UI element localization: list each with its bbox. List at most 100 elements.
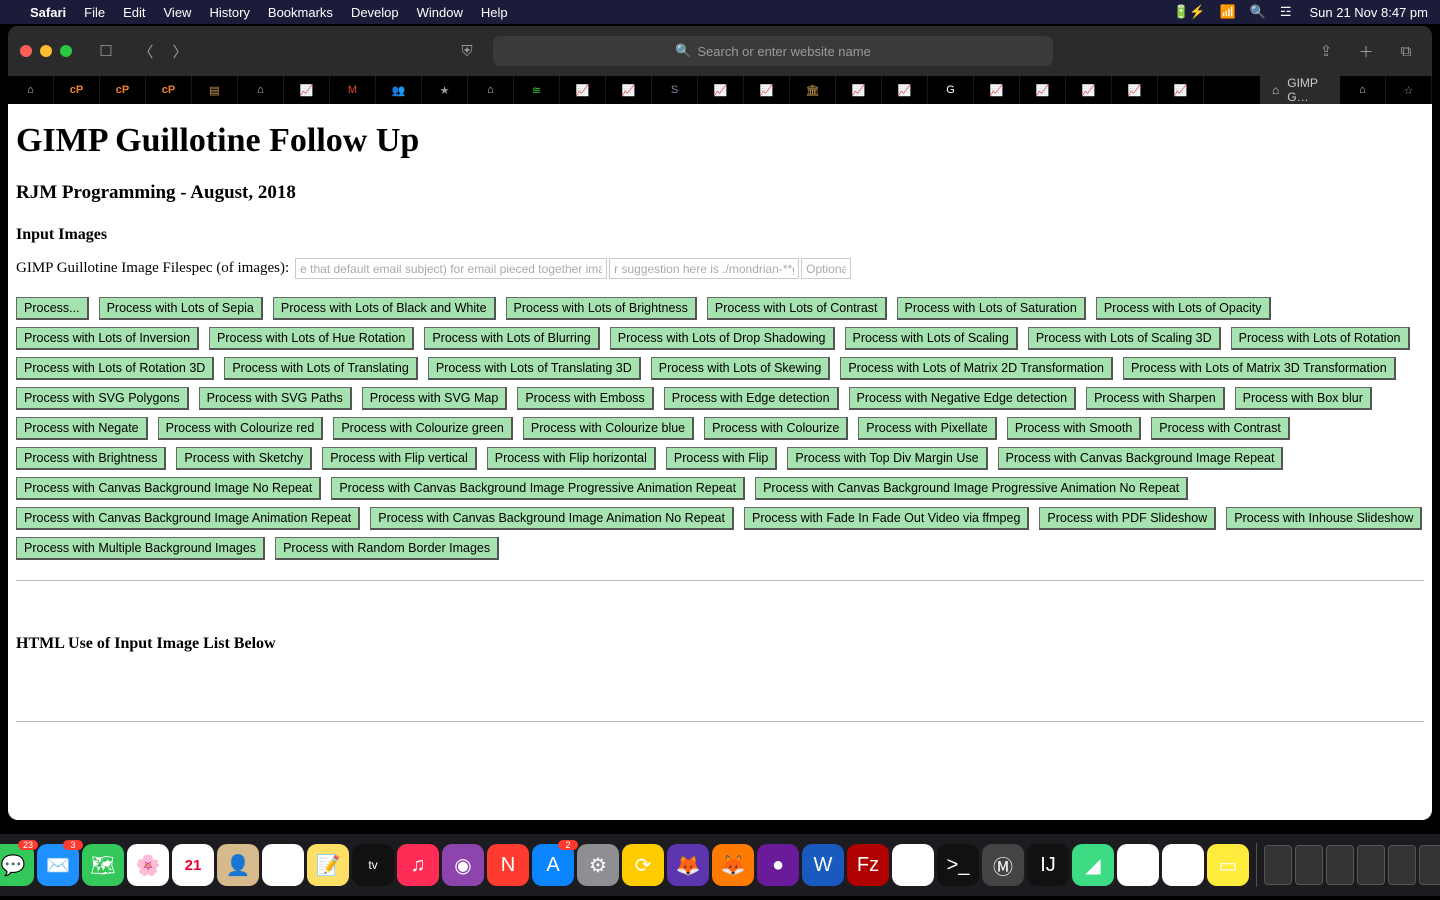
process-button-19[interactable]: Process with Lots of Matrix 3D Transform… — [1123, 357, 1396, 380]
dock-app-notes[interactable]: 📝 — [307, 844, 349, 886]
sidebar-toggle-icon[interactable]: ☐ — [92, 37, 120, 65]
fav-item-13[interactable]: 📈 — [606, 76, 652, 104]
process-button-6[interactable]: Process with Lots of Opacity — [1096, 297, 1271, 320]
menu-bookmarks[interactable]: Bookmarks — [268, 5, 333, 20]
fav-home-icon[interactable]: ⌂ — [8, 76, 54, 104]
process-button-32[interactable]: Process with Colourize — [704, 417, 848, 440]
process-button-24[interactable]: Process with Edge detection — [664, 387, 839, 410]
process-button-35[interactable]: Process with Contrast — [1151, 417, 1290, 440]
dock-minimized-window-1[interactable] — [1295, 845, 1323, 885]
process-button-4[interactable]: Process with Lots of Contrast — [707, 297, 887, 320]
fav-item-5[interactable]: ⌂ — [238, 76, 284, 104]
dock-app-tor[interactable]: ● — [757, 844, 799, 886]
process-button-37[interactable]: Process with Sketchy — [176, 447, 312, 470]
process-button-9[interactable]: Process with Lots of Blurring — [424, 327, 599, 350]
menu-view[interactable]: View — [164, 5, 192, 20]
fav-cpanel-3[interactable]: cP — [146, 76, 192, 104]
dock-app-b[interactable]: B — [892, 844, 934, 886]
fav-item-25[interactable]: 📈 — [1158, 76, 1204, 104]
dock-app-appstore[interactable]: A — [532, 844, 574, 886]
process-button-11[interactable]: Process with Lots of Scaling — [845, 327, 1018, 350]
dock-app-reminders[interactable]: ☑︎ — [262, 844, 304, 886]
process-button-0[interactable]: Process... — [16, 297, 89, 320]
forward-button[interactable]: 〉 — [166, 37, 194, 65]
process-button-45[interactable]: Process with Canvas Background Image Pro… — [755, 477, 1188, 500]
filespec-input-2[interactable] — [609, 258, 799, 279]
dock-app-terminal[interactable]: >_ — [937, 844, 979, 886]
process-button-49[interactable]: Process with PDF Slideshow — [1039, 507, 1216, 530]
fav-item-18[interactable]: 📈 — [836, 76, 882, 104]
process-button-41[interactable]: Process with Top Div Margin Use — [787, 447, 987, 470]
fav-gmail-icon[interactable]: M — [330, 76, 376, 104]
process-button-18[interactable]: Process with Lots of Matrix 2D Transform… — [840, 357, 1113, 380]
process-button-43[interactable]: Process with Canvas Background Image No … — [16, 477, 321, 500]
menu-history[interactable]: History — [209, 5, 249, 20]
fav-cpanel-1[interactable]: cP — [54, 76, 100, 104]
process-button-50[interactable]: Process with Inhouse Slideshow — [1226, 507, 1422, 530]
fav-cpanel-2[interactable]: cP — [100, 76, 146, 104]
process-button-15[interactable]: Process with Lots of Translating — [224, 357, 417, 380]
dock-app-voice[interactable]: 🎙 — [1162, 844, 1204, 886]
dock-app-stickies[interactable]: ▭ — [1207, 844, 1249, 886]
dock-app-messages[interactable]: 💬 — [0, 844, 34, 886]
dock-app-photos[interactable]: 🌸 — [127, 844, 169, 886]
close-window-button[interactable] — [20, 45, 32, 57]
new-tab-icon[interactable]: ＋ — [1352, 37, 1380, 65]
process-button-14[interactable]: Process with Lots of Rotation 3D — [16, 357, 214, 380]
dock-app-settings[interactable]: ⚙︎ — [577, 844, 619, 886]
dock-app-filezilla[interactable]: Fz — [847, 844, 889, 886]
process-button-7[interactable]: Process with Lots of Inversion — [16, 327, 199, 350]
dock-app-intellij[interactable]: IJ — [1027, 844, 1069, 886]
menu-edit[interactable]: Edit — [123, 5, 145, 20]
dock-app-music[interactable]: ♫ — [397, 844, 439, 886]
process-button-25[interactable]: Process with Negative Edge detection — [849, 387, 1077, 410]
dock-app-mail[interactable]: ✉️ — [37, 844, 79, 886]
process-button-34[interactable]: Process with Smooth — [1007, 417, 1141, 440]
fav-item-23[interactable]: 📈 — [1066, 76, 1112, 104]
fav-item-17[interactable]: 🏛 — [790, 76, 836, 104]
fav-google-icon[interactable]: G — [928, 76, 974, 104]
fav-item-15[interactable]: 📈 — [698, 76, 744, 104]
process-button-47[interactable]: Process with Canvas Background Image Ani… — [370, 507, 734, 530]
process-button-52[interactable]: Process with Random Border Images — [275, 537, 499, 560]
dock-app-calendar[interactable]: 21 — [172, 844, 214, 886]
process-button-21[interactable]: Process with SVG Paths — [199, 387, 352, 410]
fav-item-6[interactable]: 📈 — [284, 76, 330, 104]
dock-app-podcasts[interactable]: ◉ — [442, 844, 484, 886]
dock-app-news[interactable]: N — [487, 844, 529, 886]
menu-window[interactable]: Window — [417, 5, 463, 20]
process-button-46[interactable]: Process with Canvas Background Image Ani… — [16, 507, 360, 530]
fav-item-21[interactable]: 📈 — [974, 76, 1020, 104]
menubar-app-name[interactable]: Safari — [30, 5, 66, 20]
fav-item-8[interactable]: 👥 — [376, 76, 422, 104]
wifi-icon[interactable]: 📶 — [1219, 4, 1235, 20]
process-button-30[interactable]: Process with Colourize green — [333, 417, 513, 440]
active-tab[interactable]: ⌂ GIMP G… — [1260, 76, 1340, 104]
menu-develop[interactable]: Develop — [351, 5, 399, 20]
process-button-48[interactable]: Process with Fade In Fade Out Video via … — [744, 507, 1029, 530]
dock-app-chrome[interactable]: ◐ — [1117, 844, 1159, 886]
minimize-window-button[interactable] — [40, 45, 52, 57]
process-button-13[interactable]: Process with Lots of Rotation — [1231, 327, 1410, 350]
dock-app-contacts[interactable]: 👤 — [217, 844, 259, 886]
process-button-31[interactable]: Process with Colourize blue — [523, 417, 694, 440]
dock-app-firefox[interactable]: 🦊 — [712, 844, 754, 886]
process-button-36[interactable]: Process with Brightness — [16, 447, 166, 470]
dock-minimized-window-2[interactable] — [1326, 845, 1354, 885]
fav-item-4[interactable]: ▤ — [192, 76, 238, 104]
process-button-8[interactable]: Process with Lots of Hue Rotation — [209, 327, 414, 350]
process-button-5[interactable]: Process with Lots of Saturation — [897, 297, 1086, 320]
dock-app-word[interactable]: W — [802, 844, 844, 886]
back-button[interactable]: 〈 — [132, 37, 160, 65]
process-button-17[interactable]: Process with Lots of Skewing — [651, 357, 831, 380]
process-button-44[interactable]: Process with Canvas Background Image Pro… — [331, 477, 745, 500]
fav-item-22[interactable]: 📈 — [1020, 76, 1066, 104]
filespec-input-1[interactable] — [295, 258, 607, 279]
process-button-38[interactable]: Process with Flip vertical — [322, 447, 477, 470]
dock-app-tv[interactable]: tv — [352, 844, 394, 886]
dock-app-maps[interactable]: 🗺 — [82, 844, 124, 886]
process-button-51[interactable]: Process with Multiple Background Images — [16, 537, 265, 560]
process-button-40[interactable]: Process with Flip — [666, 447, 777, 470]
fav-item-end-2[interactable]: ☆ — [1386, 76, 1432, 104]
zoom-window-button[interactable] — [60, 45, 72, 57]
